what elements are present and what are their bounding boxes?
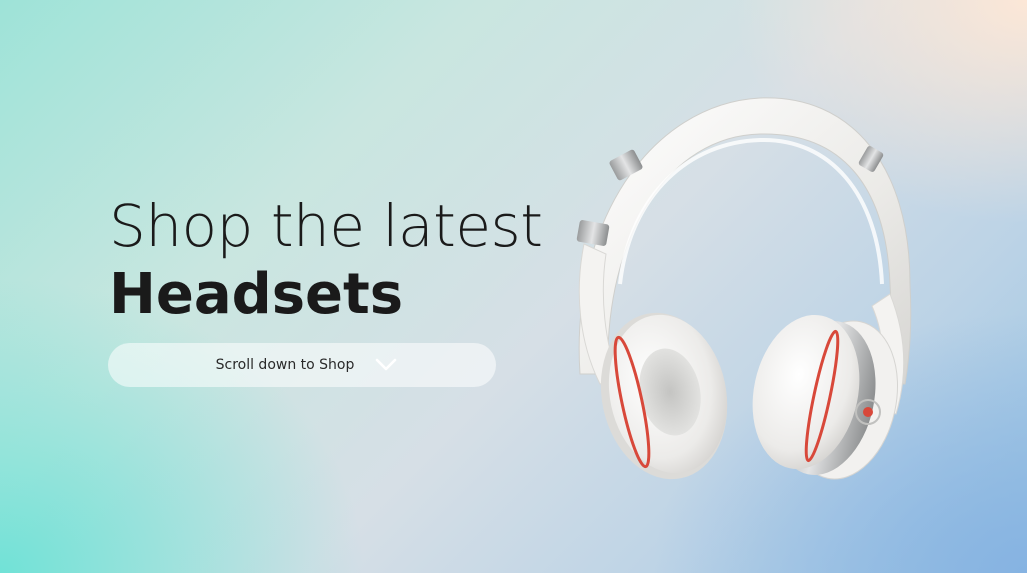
scroll-down-label: Scroll down to Shop: [215, 357, 355, 373]
headline-line1: Shop the latest: [109, 192, 543, 260]
chevron-down-icon: [374, 357, 398, 373]
scroll-down-button[interactable]: Scroll down to Shop: [108, 343, 496, 387]
hero-headline: Shop the latest Headsets: [109, 190, 543, 328]
headline-line2: Headsets: [109, 262, 404, 327]
hero-banner: Shop the latest Headsets Scroll down to …: [0, 0, 1027, 573]
headphones-image: [560, 84, 930, 494]
